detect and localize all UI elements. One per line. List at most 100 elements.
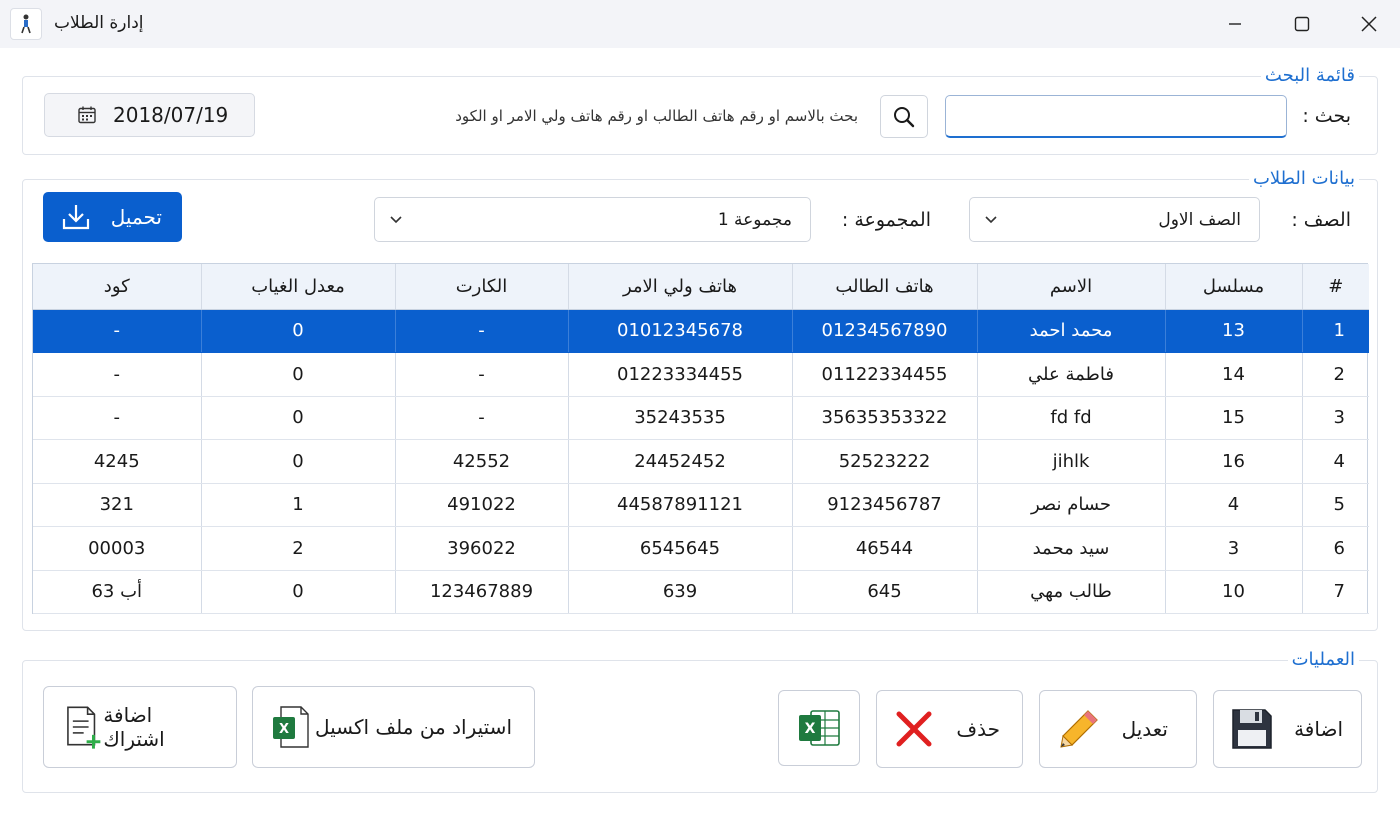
table-cell: حسام نصر bbox=[976, 483, 1165, 527]
svg-text:X: X bbox=[279, 722, 289, 737]
maximize-button[interactable] bbox=[1271, 0, 1333, 48]
table-cell: 0 bbox=[200, 570, 395, 614]
table-cell: - bbox=[394, 352, 568, 397]
chevron-down-icon bbox=[985, 215, 997, 223]
table-cell: 35635353322 bbox=[791, 396, 977, 440]
search-group-legend: قائمة البحث bbox=[1260, 65, 1359, 87]
table-cell: 6 bbox=[1301, 526, 1369, 571]
table-cell: 3 bbox=[1164, 526, 1302, 571]
table-cell: 639 bbox=[567, 570, 792, 614]
table-cell: 10 bbox=[1164, 570, 1302, 614]
table-cell: jihlk bbox=[976, 439, 1165, 484]
table-cell: 321 bbox=[33, 483, 201, 527]
table-cell: 0 bbox=[200, 396, 395, 440]
table-cell: 24452452 bbox=[567, 439, 792, 484]
column-header[interactable]: كود bbox=[33, 264, 201, 310]
import-excel-button[interactable]: X استيراد من ملف اكسيل bbox=[252, 686, 535, 768]
table-body: 1 13 محمد احمد 01234567890 01012345678-0-2 14… bbox=[33, 309, 1369, 614]
export-excel-button[interactable]: X bbox=[778, 690, 860, 766]
table-header-row: # مسلسل الاسم هاتف الطالب هاتف ولي الامر… bbox=[33, 264, 1369, 310]
delete-button[interactable]: حذف bbox=[876, 690, 1023, 768]
table-cell: 0 bbox=[200, 352, 395, 397]
column-header[interactable]: الكارت bbox=[394, 264, 568, 310]
table-cell: 123467889 bbox=[394, 570, 568, 614]
table-cell: 1 bbox=[200, 483, 395, 527]
column-header[interactable]: # bbox=[1301, 264, 1369, 310]
table-cell: 491022 bbox=[394, 483, 568, 527]
table-cell: 5 bbox=[1301, 483, 1369, 527]
table-row[interactable]: 6 3 سيد محمد 46544 6545645 396022 2 00003 bbox=[33, 526, 1369, 571]
table-cell: - bbox=[33, 396, 201, 440]
search-hint: بحث بالاسم او رقم هاتف الطالب او رقم هات… bbox=[455, 107, 858, 125]
download-button[interactable]: تحميل bbox=[43, 192, 182, 242]
table-cell: 00003 bbox=[33, 526, 201, 571]
excel-icon: X bbox=[799, 710, 840, 746]
table-row[interactable]: 7 10 طالب مهي 645 639 123467889 0 أب 63 bbox=[33, 570, 1369, 614]
column-header[interactable]: مسلسل bbox=[1164, 264, 1302, 310]
save-icon bbox=[1232, 709, 1272, 749]
add-document-icon bbox=[67, 706, 101, 749]
add-subscription-button[interactable]: اضافة اشتراك bbox=[43, 686, 237, 768]
table-cell: - bbox=[394, 396, 568, 440]
import-excel-label: استيراد من ملف اكسيل bbox=[314, 715, 512, 739]
table-cell: 44587891121 bbox=[567, 483, 792, 527]
table-cell: fd fd bbox=[976, 396, 1165, 440]
pencil-icon bbox=[1060, 710, 1098, 748]
close-button[interactable] bbox=[1338, 0, 1400, 48]
chevron-down-icon bbox=[390, 215, 402, 223]
table-cell: 3 bbox=[1301, 396, 1369, 440]
group-select[interactable]: مجموعة 1 bbox=[374, 197, 811, 242]
column-header[interactable]: معدل الغياب bbox=[200, 264, 395, 310]
operations-group-legend: العمليات bbox=[1287, 649, 1359, 671]
table-cell: محمد احمد bbox=[976, 309, 1165, 353]
table-cell: 01012345678 bbox=[567, 309, 792, 353]
table-row[interactable]: 2 14 فاطمة علي 01122334455 01223334455-0- bbox=[33, 352, 1369, 397]
group-select-value: مجموعة 1 bbox=[717, 209, 792, 230]
table-row[interactable]: 1 13 محمد احمد 01234567890 01012345678-0- bbox=[33, 309, 1369, 353]
group-label: المجموعة : bbox=[841, 209, 931, 231]
table-cell: 4 bbox=[1164, 483, 1302, 527]
table-cell: طالب مهي bbox=[976, 570, 1165, 614]
class-select[interactable]: الصف الاول bbox=[969, 197, 1260, 242]
students-table: # مسلسل الاسم هاتف الطالب هاتف ولي الامر… bbox=[32, 263, 1369, 614]
table-row[interactable]: 5 4 حسام نصر 9123456787 44587891121 491022 1 32… bbox=[33, 483, 1369, 527]
table-cell: 42552 bbox=[394, 439, 568, 484]
svg-text:X: X bbox=[805, 721, 816, 737]
add-subscription-label: اضافة اشتراك bbox=[103, 703, 165, 751]
app-icon bbox=[10, 8, 42, 40]
table-cell: - bbox=[33, 352, 201, 397]
table-cell: أب 63 bbox=[33, 570, 201, 614]
table-cell: 6545645 bbox=[567, 526, 792, 571]
column-header[interactable]: هاتف الطالب bbox=[791, 264, 977, 310]
table-cell: 0 bbox=[200, 439, 395, 484]
table-cell: 2 bbox=[1301, 352, 1369, 397]
download-label: تحميل bbox=[110, 205, 162, 229]
delete-label: حذف bbox=[956, 717, 1000, 741]
add-button[interactable]: اضافة bbox=[1213, 690, 1362, 768]
table-cell: 01234567890 bbox=[791, 309, 977, 353]
window-title: إدارة الطلاب bbox=[54, 13, 144, 33]
search-input[interactable] bbox=[945, 95, 1287, 138]
table-cell: 9123456787 bbox=[791, 483, 977, 527]
add-label: اضافة bbox=[1294, 717, 1343, 741]
class-select-value: الصف الاول bbox=[1158, 209, 1241, 230]
table-row[interactable]: 4 16 jihlk 52523222 24452452 42552 0 4245 bbox=[33, 439, 1369, 484]
table-cell: - bbox=[394, 309, 568, 353]
table-cell: - bbox=[33, 309, 201, 353]
calendar-icon bbox=[78, 106, 96, 124]
column-header[interactable]: هاتف ولي الامر bbox=[567, 264, 792, 310]
column-header[interactable]: الاسم bbox=[976, 264, 1165, 310]
table-cell: 1 bbox=[1301, 309, 1369, 353]
table-cell: 46544 bbox=[791, 526, 977, 571]
table-cell: 7 bbox=[1301, 570, 1369, 614]
table-row[interactable]: 3 15 fd fd 35635353322 35243535-0- bbox=[33, 396, 1369, 440]
main-content: قائمة البحث بحث : بحث بالاسم او رقم هاتف… bbox=[0, 48, 1400, 837]
search-button[interactable] bbox=[880, 95, 928, 138]
table-cell: 0 bbox=[200, 309, 395, 353]
table-cell: 01122334455 bbox=[791, 352, 977, 397]
operations-group: العمليات اضافة تعديل حذف X X استيراد من … bbox=[22, 649, 1378, 793]
minimize-button[interactable] bbox=[1204, 0, 1266, 48]
download-icon bbox=[62, 205, 90, 230]
edit-button[interactable]: تعديل bbox=[1039, 690, 1197, 768]
date-picker[interactable]: 2018/07/19 bbox=[44, 93, 255, 137]
